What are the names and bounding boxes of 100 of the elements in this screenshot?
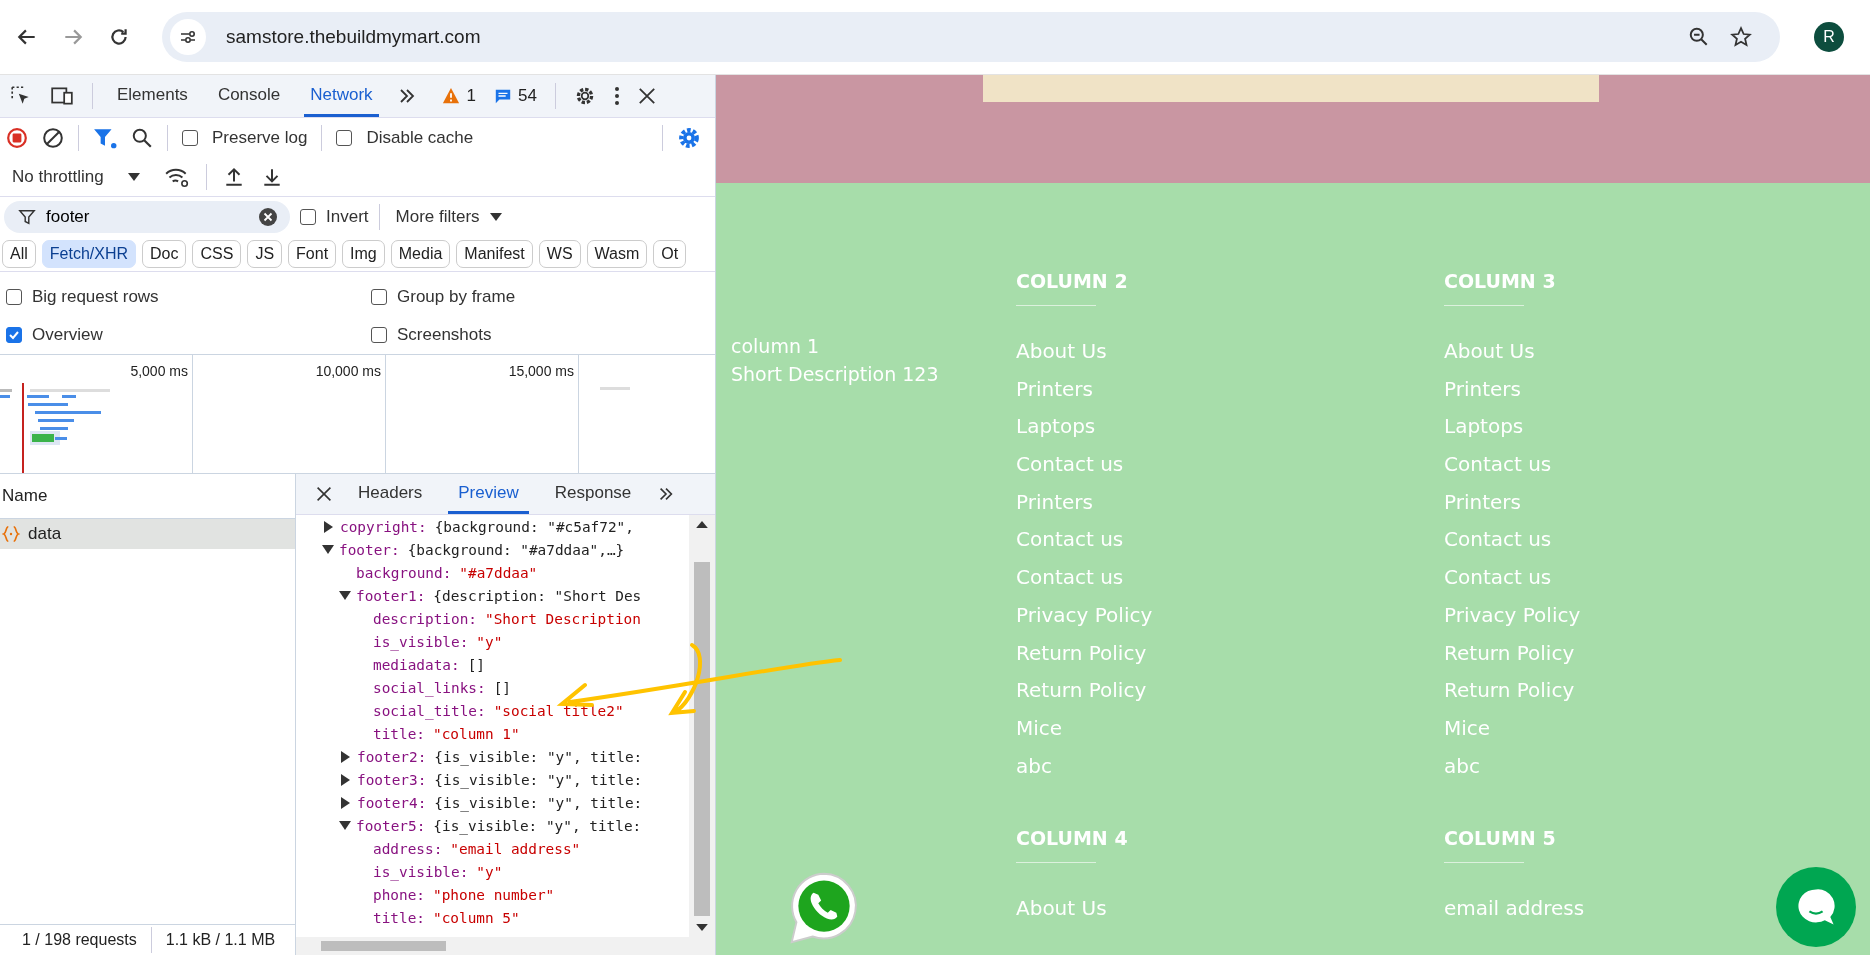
star-icon[interactable] <box>1730 26 1752 48</box>
checkbox-label: Preserve log <box>212 128 308 148</box>
more-filters-dropdown[interactable]: More filters <box>395 207 480 227</box>
object-summary: {is_visible: "y", title: <box>434 794 643 811</box>
close-icon[interactable] <box>638 87 656 105</box>
panel-tab[interactable]: Elements <box>111 75 194 117</box>
stop-recording-icon[interactable] <box>6 127 28 149</box>
column-heading: COLUMN 3 <box>1444 269 1556 293</box>
type-filter-chip[interactable]: WS <box>538 240 581 268</box>
timeline-bars-drawing <box>600 387 630 391</box>
filter-input[interactable]: footer <box>46 207 248 227</box>
checkbox[interactable] <box>336 130 353 146</box>
property-key: title: <box>373 909 425 926</box>
scroll-up-arrow-icon[interactable] <box>696 521 708 528</box>
zoom-out-icon[interactable] <box>1688 26 1710 48</box>
collapse-triangle-icon[interactable] <box>339 821 351 830</box>
transfer-size: 1.1 kB / 1.1 MB <box>165 931 276 949</box>
checkbox-label: Overview <box>32 325 103 345</box>
type-filter-chip[interactable]: Manifest <box>456 240 533 268</box>
address-bar[interactable]: samstore.thebuildmymart.com <box>162 12 1780 62</box>
type-filter-chip[interactable]: Fetch/XHR <box>41 240 137 268</box>
clear-icon[interactable] <box>42 127 64 149</box>
type-filter-chip[interactable]: All <box>2 240 36 268</box>
expand-triangle-icon[interactable] <box>324 520 333 533</box>
type-filter-chip[interactable]: JS <box>247 240 283 268</box>
object-summary: {is_visible: "y", title: <box>434 771 643 788</box>
request-count: 1 / 198 requests <box>22 931 137 949</box>
close-icon[interactable] <box>316 486 332 502</box>
property-key: phone: <box>373 886 425 903</box>
type-filter-chip[interactable]: Ot <box>653 240 687 268</box>
reload-icon[interactable] <box>108 26 130 48</box>
object-summary: {background: "#c5af72", <box>434 518 634 535</box>
throttling-dropdown[interactable]: No throttling <box>12 167 104 187</box>
property-key: footer5: <box>356 817 426 834</box>
string-value: "social title2" <box>493 702 624 719</box>
network-conditions-icon[interactable] <box>163 166 190 188</box>
type-filter-chip[interactable]: CSS <box>192 240 242 268</box>
checkbox-label: Screenshots <box>397 325 492 345</box>
filter-icon[interactable] <box>93 127 117 149</box>
clear-filter-icon[interactable] <box>258 207 278 227</box>
detail-tab[interactable]: Response <box>544 474 642 514</box>
type-filter-chip[interactable]: Img <box>342 240 385 268</box>
string-value: "y" <box>476 863 503 880</box>
detail-tab[interactable]: Preview <box>448 474 529 514</box>
settings-icon[interactable] <box>574 85 596 107</box>
message-count[interactable]: 54 <box>518 86 537 106</box>
checkbox[interactable] <box>6 327 22 343</box>
timeline-tick-label: 5,000 ms <box>130 363 188 379</box>
property-key: is_visible: <box>373 633 469 650</box>
property-key: footer: <box>339 541 400 558</box>
filter-field[interactable]: footer <box>4 201 290 233</box>
caret-icon[interactable] <box>127 173 140 181</box>
detail-tab[interactable]: Headers <box>348 474 433 514</box>
expand-triangle-icon[interactable] <box>341 773 350 786</box>
type-filter-chip[interactable]: Doc <box>142 240 187 268</box>
property-key: footer4: <box>357 794 427 811</box>
search-icon[interactable] <box>131 127 153 149</box>
checkbox[interactable] <box>300 209 316 225</box>
request-row[interactable]: data <box>0 519 295 549</box>
property-key: footer1: <box>356 587 426 604</box>
site-settings-icon[interactable] <box>170 19 206 55</box>
more-options-icon[interactable] <box>614 86 620 106</box>
warning-count[interactable]: 1 <box>466 86 477 106</box>
checkbox[interactable] <box>6 289 22 305</box>
checkbox[interactable] <box>371 327 387 343</box>
column-heading: COLUMN 5 <box>1444 826 1556 851</box>
timeline-tick-label: 10,000 ms <box>315 363 381 379</box>
vertical-scrollbar[interactable] <box>689 515 715 937</box>
checkbox[interactable] <box>371 289 387 305</box>
type-filter-chip[interactable]: Media <box>390 240 451 268</box>
string-value: "#a7ddaa" <box>459 564 538 581</box>
checkbox-label: Big request rows <box>32 287 159 307</box>
profile-avatar[interactable]: R <box>1814 22 1844 52</box>
json-braces-icon <box>2 525 20 543</box>
collapse-triangle-icon[interactable] <box>339 591 351 600</box>
expand-triangle-icon[interactable] <box>341 750 350 763</box>
message-icon <box>494 87 513 105</box>
caret-icon[interactable] <box>489 213 502 221</box>
object-summary: {is_visible: "y", title: <box>433 817 642 834</box>
string-value: "y" <box>476 633 503 650</box>
device-toolbar-icon[interactable] <box>50 85 74 107</box>
property-key: footer3: <box>357 771 427 788</box>
object-summary: {description: "Short Des <box>433 587 642 604</box>
property-key: is_visible: <box>373 863 469 880</box>
property-key: social_links: <box>373 679 486 696</box>
expand-triangle-icon[interactable] <box>341 796 350 809</box>
type-filter-chip[interactable]: Wasm <box>586 240 648 268</box>
property-key: mediadata: <box>373 656 460 673</box>
collapse-triangle-icon[interactable] <box>322 545 334 554</box>
property-key: title: <box>373 725 425 742</box>
panel-tab[interactable]: Console <box>211 75 287 117</box>
url-text: samstore.thebuildmymart.com <box>226 26 481 48</box>
checkbox[interactable] <box>182 130 198 146</box>
panel-tab[interactable]: Network <box>304 75 379 117</box>
array-value: [] <box>467 656 485 673</box>
property-key: footer2: <box>357 748 427 765</box>
string-value: "Short Description <box>484 610 641 627</box>
type-filter-chip[interactable]: Font <box>288 240 337 268</box>
scroll-down-arrow-icon[interactable] <box>696 924 708 931</box>
horizontal-scrollbar[interactable] <box>296 937 715 955</box>
